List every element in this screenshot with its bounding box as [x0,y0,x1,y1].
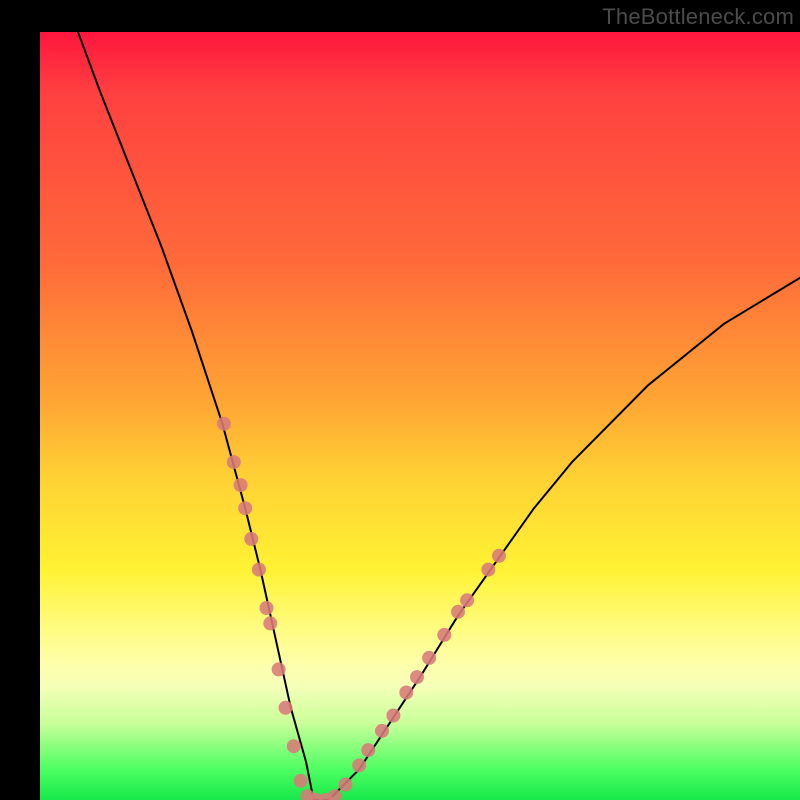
highlight-dot [422,651,436,665]
highlight-dot [339,778,353,792]
highlight-dot [234,478,248,492]
highlight-dot [460,593,474,607]
marker-group [217,417,506,800]
highlight-dot [481,563,495,577]
highlight-dot [361,743,375,757]
highlight-dot [437,628,451,642]
highlight-dot [272,662,286,676]
highlight-dot [227,455,241,469]
chart-frame: TheBottleneck.com [0,0,800,800]
highlight-dot [294,774,308,788]
highlight-dot [410,670,424,684]
watermark-text: TheBottleneck.com [602,4,794,30]
highlight-dot [375,724,389,738]
highlight-dot [492,549,506,563]
bottleneck-curve [78,32,800,800]
highlight-dot [263,616,277,630]
highlight-dot [252,563,266,577]
highlight-dot [399,686,413,700]
highlight-dot [352,758,366,772]
highlight-dot [386,709,400,723]
highlight-dot [287,739,301,753]
highlight-dot [328,789,342,800]
plot-area [40,32,800,800]
highlight-dot [451,605,465,619]
curve-group [78,32,800,800]
highlight-dot [244,532,258,546]
curve-svg [40,32,800,800]
highlight-dot [217,417,231,431]
highlight-dot [260,601,274,615]
highlight-dot [279,701,293,715]
highlight-dot [238,501,252,515]
